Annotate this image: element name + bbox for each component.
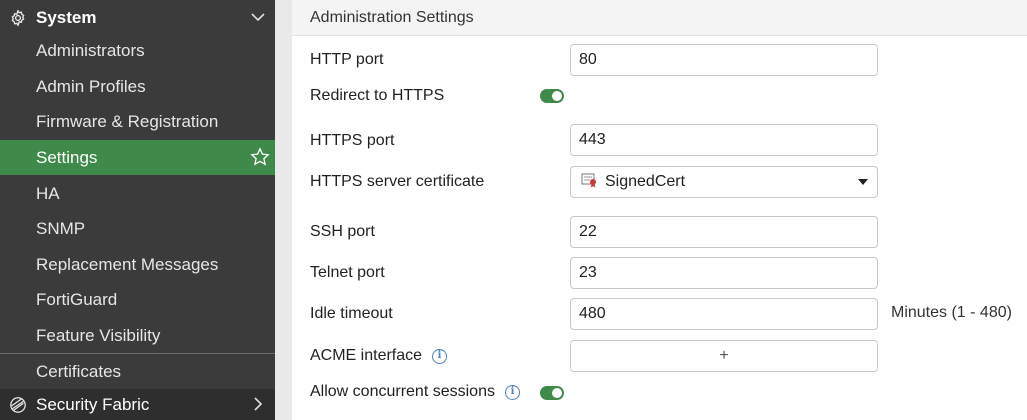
caret-down-icon — [858, 179, 868, 185]
sidebar-item-snmp[interactable]: SNMP — [0, 211, 275, 246]
sidebar-item-label: Admin Profiles — [36, 76, 146, 96]
sidebar-item-admin-profiles[interactable]: Admin Profiles — [0, 69, 275, 104]
sidebar-item-firmware-registration[interactable]: Firmware & Registration — [0, 104, 275, 139]
concurrent-sessions-toggle[interactable] — [540, 386, 564, 400]
content-gutter — [275, 0, 292, 420]
acme-interface-add-button[interactable]: + — [570, 340, 878, 372]
idle-timeout-units: Minutes (1 - 480) — [891, 304, 1012, 321]
certificate-icon — [581, 172, 597, 193]
sidebar-item-replacement-messages[interactable]: Replacement Messages — [0, 247, 275, 282]
http-port-label: HTTP port — [310, 51, 384, 68]
https-port-label: HTTPS port — [310, 132, 395, 149]
concurrent-sessions-label: Allow concurrent sessions — [310, 383, 495, 400]
idle-timeout-label: Idle timeout — [310, 305, 393, 322]
redirect-https-label: Redirect to HTTPS — [310, 87, 445, 104]
sidebar-group-system[interactable]: System — [0, 0, 275, 35]
sidebar-item-label: Firmware & Registration — [36, 111, 219, 131]
sidebar: System Administrators Admin Profiles Fir… — [0, 0, 275, 420]
main-content: Administration Settings HTTP port 80 Red… — [292, 0, 1027, 420]
sidebar-item-label: Feature Visibility — [36, 325, 161, 345]
gear-icon — [8, 8, 28, 28]
sidebar-item-label: Settings — [36, 147, 98, 167]
acme-interface-label: ACME interface — [310, 347, 423, 364]
telnet-port-label: Telnet port — [310, 264, 385, 281]
telnet-port-field[interactable]: 23 — [570, 257, 878, 289]
sidebar-group-label: System — [36, 7, 97, 27]
https-cert-select[interactable]: SignedCert — [570, 166, 878, 198]
sidebar-group-security-fabric[interactable]: Security Fabric — [0, 389, 275, 420]
concurrent-sessions-row-label: Allow concurrent sessions i — [310, 380, 520, 404]
sidebar-item-fortiguard[interactable]: FortiGuard — [0, 282, 275, 317]
sidebar-item-label: FortiGuard — [36, 289, 118, 309]
ssh-port-field[interactable]: 22 — [570, 216, 878, 248]
redirect-https-toggle[interactable] — [540, 89, 564, 103]
section-header: Administration Settings — [292, 0, 1027, 36]
http-port-field[interactable]: 80 — [570, 44, 878, 76]
https-port-field[interactable]: 443 — [570, 124, 878, 156]
https-cert-label: HTTPS server certificate — [310, 173, 485, 190]
info-icon[interactable]: i — [504, 384, 520, 400]
star-icon[interactable] — [250, 147, 270, 167]
security-fabric-icon — [8, 395, 28, 415]
chevron-down-icon[interactable] — [249, 8, 267, 26]
sidebar-item-label: Administrators — [36, 40, 145, 60]
sidebar-group-label: Security Fabric — [36, 394, 150, 414]
acme-interface-row-label: ACME interface i — [310, 344, 448, 368]
sidebar-item-feature-visibility[interactable]: Feature Visibility — [0, 318, 275, 353]
chevron-right-icon[interactable] — [249, 395, 267, 413]
sidebar-item-ha[interactable]: HA — [0, 176, 275, 211]
https-cert-value: SignedCert — [605, 173, 686, 190]
sidebar-item-label: HA — [36, 183, 60, 203]
sidebar-item-administrators[interactable]: Administrators — [0, 33, 275, 68]
sidebar-item-settings[interactable]: Settings — [0, 140, 275, 175]
sidebar-item-certificates[interactable]: Certificates — [0, 354, 275, 389]
sidebar-item-label: Replacement Messages — [36, 254, 219, 274]
ssh-port-label: SSH port — [310, 223, 375, 240]
sidebar-item-label: SNMP — [36, 218, 86, 238]
info-icon[interactable]: i — [432, 348, 448, 364]
section-title: Administration Settings — [310, 9, 474, 26]
sidebar-item-label: Certificates — [36, 361, 122, 381]
idle-timeout-field[interactable]: 480 — [570, 298, 878, 330]
